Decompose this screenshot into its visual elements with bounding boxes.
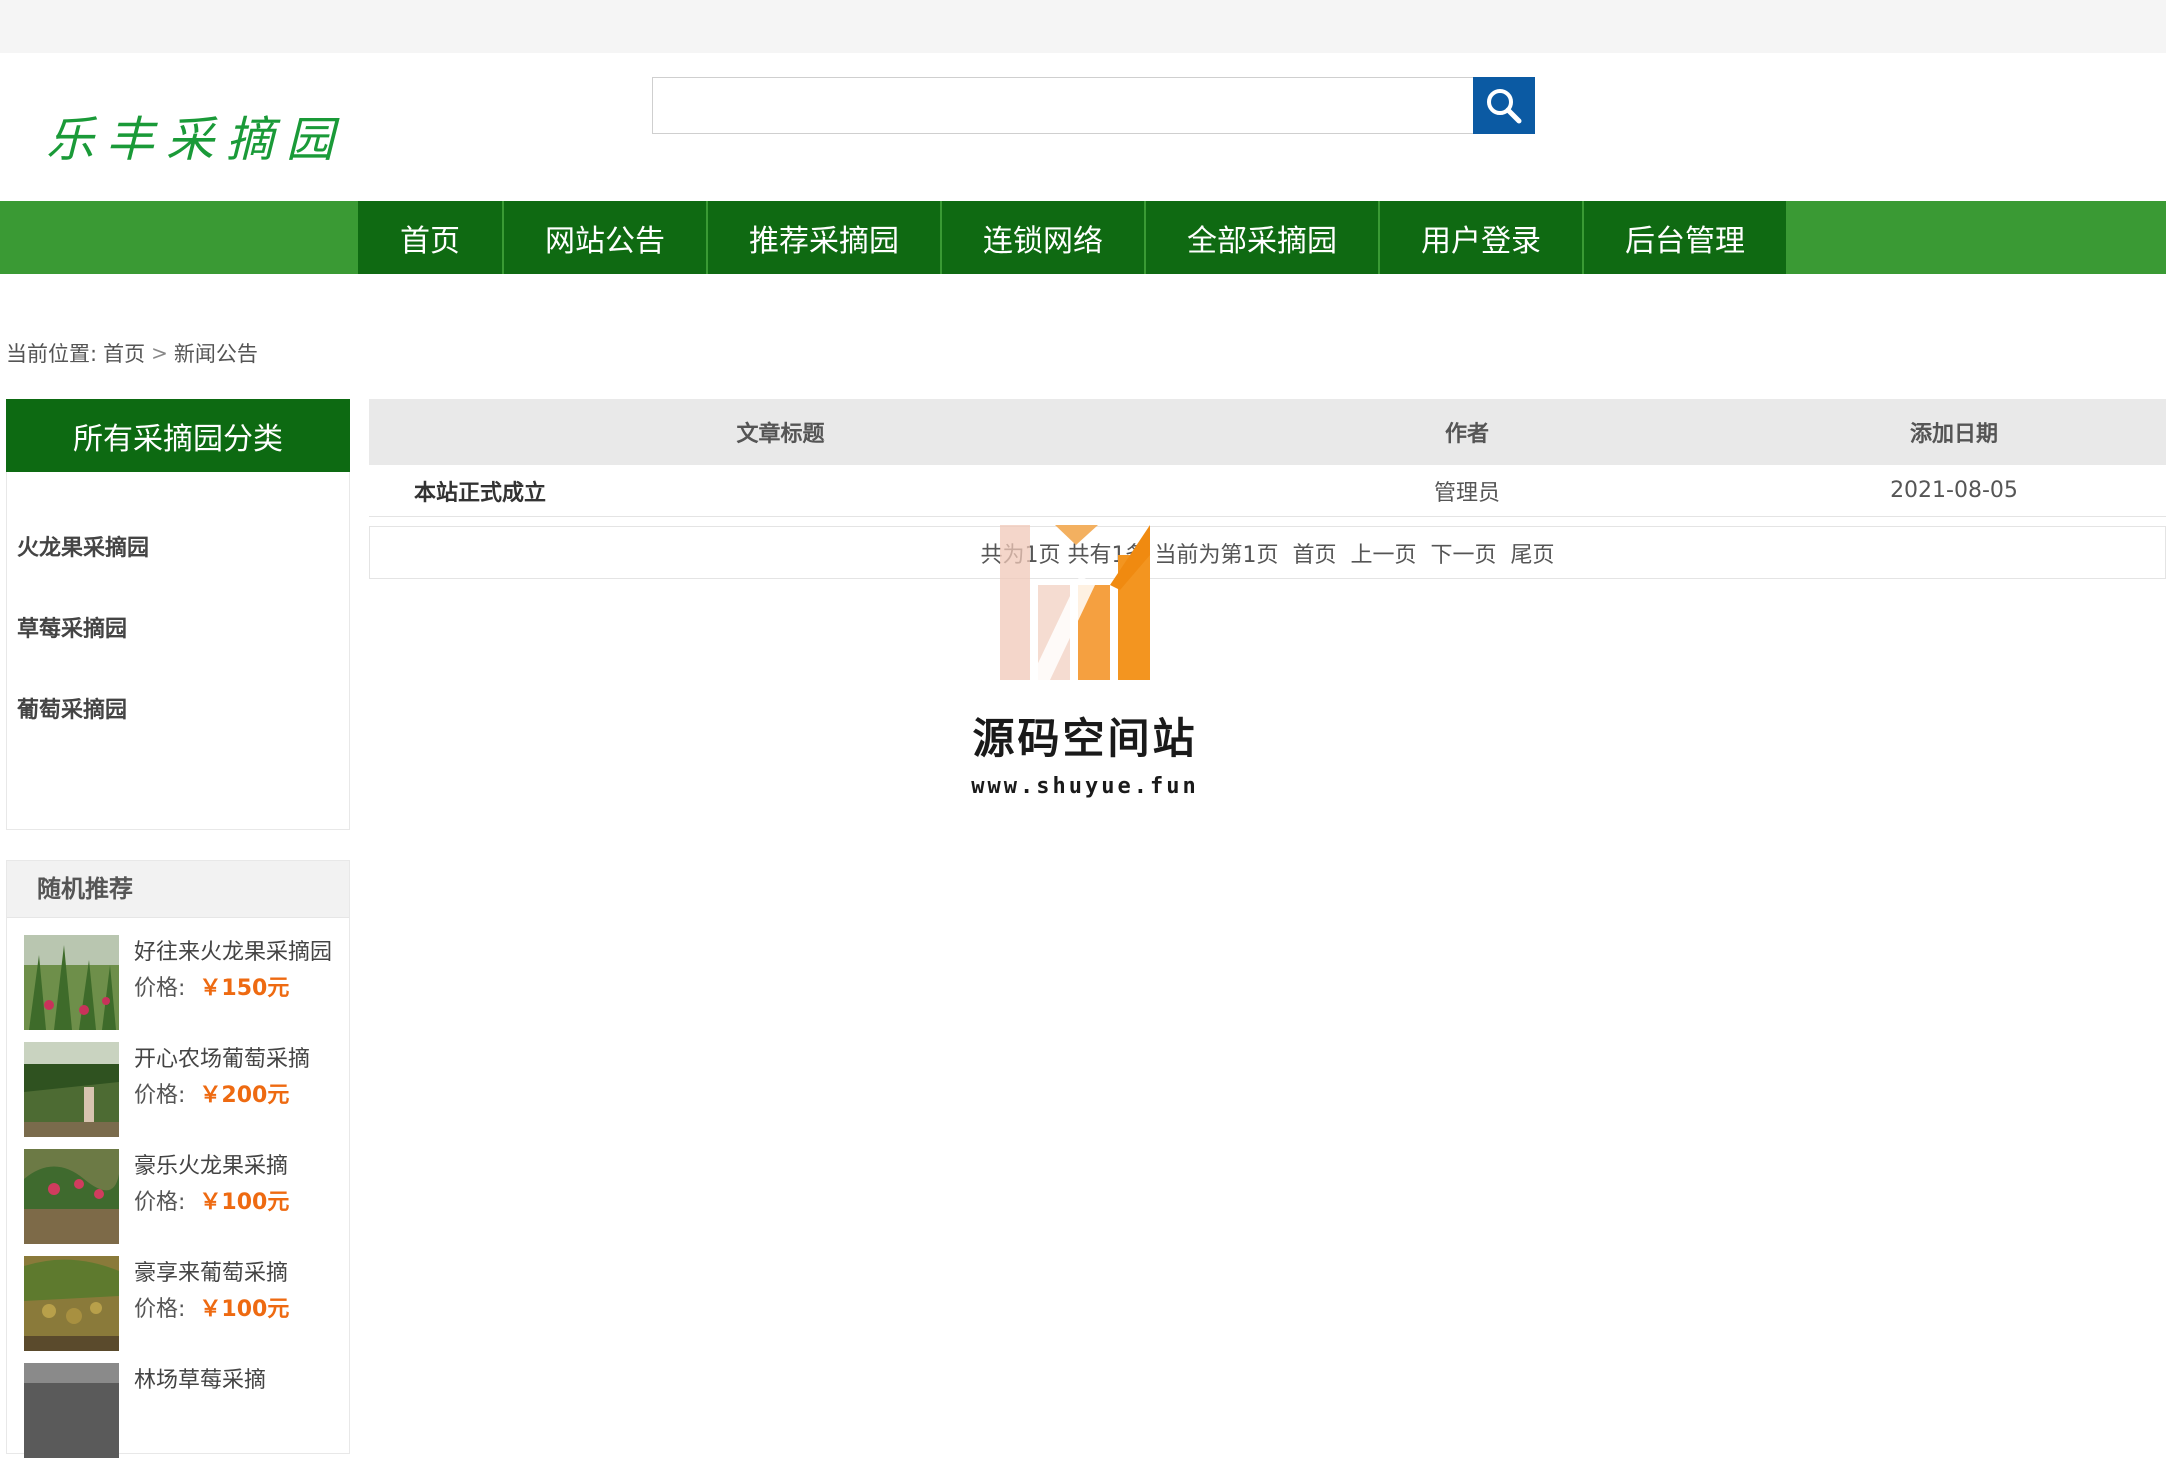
nav-user-login[interactable]: 用户登录 (1380, 201, 1584, 274)
recommend-item[interactable]: 豪享来葡萄采摘 价格: ￥100元 (7, 1239, 349, 1351)
category-item[interactable]: 火龙果采摘园 (7, 508, 349, 589)
price-label: 价格: (134, 1190, 186, 1215)
recommend-price: 价格: ￥150元 (134, 971, 332, 1007)
pager-first[interactable]: 首页 (1292, 537, 1336, 569)
grape-farm-thumbnail[interactable] (24, 1042, 119, 1137)
price-label: 价格: (134, 1297, 186, 1322)
article-title[interactable]: 本站正式成立 (369, 475, 1192, 507)
recommend-name[interactable]: 豪乐火龙果采摘 (134, 1149, 289, 1185)
price-label: 价格: (134, 1083, 186, 1108)
price-value: ￥100元 (199, 1190, 290, 1215)
search-input[interactable] (652, 77, 1474, 134)
breadcrumb-current: 新闻公告 (173, 342, 258, 366)
strawberry-thumbnail[interactable] (24, 1363, 119, 1458)
recommend-item[interactable]: 林场草莓采摘 (7, 1346, 349, 1458)
dragon-fruit-thumbnail[interactable] (24, 935, 119, 1030)
table-header: 文章标题 作者 添加日期 (369, 399, 2166, 465)
recommend-title: 随机推荐 (7, 861, 349, 918)
breadcrumb-home[interactable]: 首页 (103, 338, 145, 368)
pagination: 共为1页 共有1条 当前为第1页 首页 上一页 下一页 尾页 (369, 526, 2166, 579)
recommend-price: 价格: ￥100元 (134, 1292, 289, 1328)
nav-home[interactable]: 首页 (358, 201, 504, 274)
article-author: 管理员 (1433, 480, 1500, 506)
breadcrumb-separator: > (151, 341, 168, 365)
nav-recommended[interactable]: 推荐采摘园 (708, 201, 942, 274)
breadcrumb: 当前位置: 首页 > 新闻公告 (6, 338, 258, 368)
search-icon (1487, 88, 1522, 123)
site-logo[interactable]: 乐丰采摘园 (46, 100, 346, 170)
recommend-name[interactable]: 好往来火龙果采摘园 (134, 935, 332, 971)
grape-thumbnail[interactable] (24, 1256, 119, 1351)
pager-next[interactable]: 下一页 (1430, 537, 1496, 569)
recommend-price: 价格: ￥100元 (134, 1185, 289, 1221)
category-list: 火龙果采摘园 草莓采摘园 葡萄采摘园 (6, 472, 350, 830)
col-author: 作者 (1444, 422, 1489, 447)
top-strip (0, 0, 2166, 53)
recommend-item[interactable]: 好往来火龙果采摘园 价格: ￥150元 (7, 918, 349, 1030)
recommend-item[interactable]: 豪乐火龙果采摘 价格: ￥100元 (7, 1132, 349, 1244)
search-button[interactable] (1473, 77, 1535, 134)
recommend-item[interactable]: 开心农场葡萄采摘 价格: ￥200元 (7, 1025, 349, 1137)
watermark: 源码空间站 www.shuyue.fun (960, 515, 1210, 799)
col-title: 文章标题 (736, 422, 825, 447)
price-value: ￥150元 (199, 976, 290, 1001)
article-table: 文章标题 作者 添加日期 本站正式成立 管理员 2021-08-05 共为1页 … (369, 399, 2166, 579)
category-title: 所有采摘园分类 (6, 399, 350, 472)
random-recommend-panel: 随机推荐 好往来火龙果采摘园 价格: ￥150元 开心农场葡萄采摘 价格: ￥2… (6, 860, 350, 1458)
pager-last[interactable]: 尾页 (1511, 537, 1555, 569)
recommend-name[interactable]: 开心农场葡萄采摘 (134, 1042, 310, 1078)
recommend-name[interactable]: 林场草莓采摘 (134, 1363, 266, 1399)
recommend-price: 价格: ￥200元 (134, 1078, 310, 1114)
nav-all-gardens[interactable]: 全部采摘园 (1146, 201, 1380, 274)
main-nav: 首页 网站公告 推荐采摘园 连锁网络 全部采摘园 用户登录 后台管理 (0, 201, 2166, 274)
col-date: 添加日期 (1909, 422, 1998, 447)
pager-prev[interactable]: 上一页 (1350, 537, 1416, 569)
nav-chain-network[interactable]: 连锁网络 (942, 201, 1146, 274)
sidebar: 所有采摘园分类 火龙果采摘园 草莓采摘园 葡萄采摘园 随机推荐 好往来火龙果采摘… (6, 399, 350, 1458)
watermark-logo-icon (1000, 525, 1150, 680)
price-label: 价格: (134, 976, 186, 1001)
price-value: ￥100元 (199, 1297, 290, 1322)
category-item[interactable]: 草莓采摘园 (7, 589, 349, 670)
article-date: 2021-08-05 (1890, 478, 2018, 503)
breadcrumb-prefix: 当前位置: (6, 342, 98, 366)
nav-announcements[interactable]: 网站公告 (504, 201, 708, 274)
dragon-fruit-thumbnail[interactable] (24, 1149, 119, 1244)
recommend-name[interactable]: 豪享来葡萄采摘 (134, 1256, 289, 1292)
table-row: 本站正式成立 管理员 2021-08-05 (369, 465, 2166, 517)
watermark-title: 源码空间站 (972, 714, 1198, 763)
category-item[interactable]: 葡萄采摘园 (7, 670, 349, 751)
price-value: ￥200元 (199, 1083, 290, 1108)
watermark-url: www.shuyue.fun (971, 774, 1199, 799)
nav-admin[interactable]: 后台管理 (1584, 201, 1788, 274)
